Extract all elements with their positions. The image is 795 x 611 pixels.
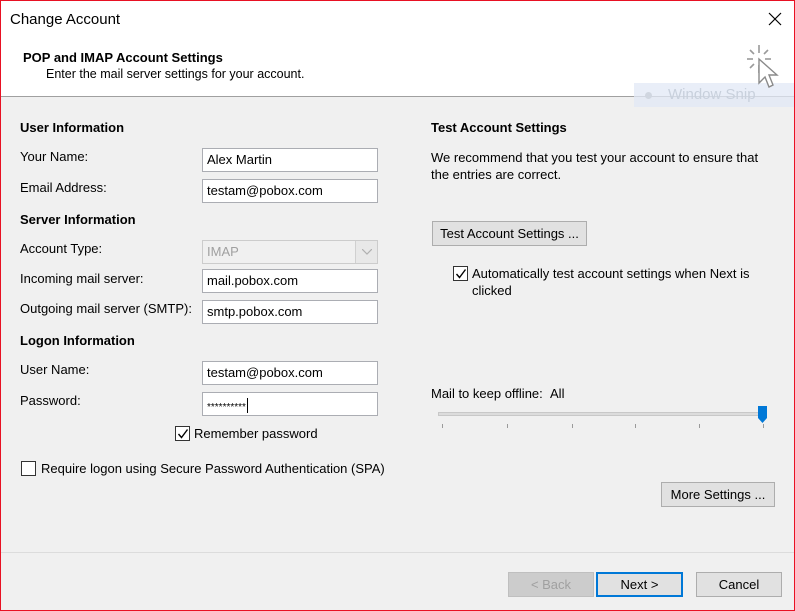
server-info-heading: Server Information [20,212,136,227]
spa-checkbox[interactable] [21,461,36,476]
password-mask: ********** [207,402,246,413]
slider-tick [442,424,443,428]
cancel-button[interactable]: Cancel [696,572,782,597]
slider-tick [507,424,508,428]
footer-divider [1,552,794,553]
account-type-select: IMAP [202,240,378,264]
spa-label: Require logon using Secure Password Auth… [41,461,385,476]
offline-label-text: Mail to keep offline: [431,386,543,401]
remember-password-label: Remember password [194,426,318,441]
title-bar: Change Account [1,1,794,39]
cursor-sparkle-icon [743,43,783,95]
text-caret [246,398,248,413]
outgoing-server-field[interactable]: smtp.pobox.com [202,300,378,324]
slider-tick [635,424,636,428]
page-title: POP and IMAP Account Settings [23,50,223,65]
email-address-label: Email Address: [20,180,107,195]
account-type-value: IMAP [207,244,239,259]
change-account-dialog: Change Account POP and IMAP Account Sett… [0,0,795,611]
your-name-field[interactable]: Alex Martin [202,148,378,172]
email-address-field[interactable]: testam@pobox.com [202,179,378,203]
offline-slider-track[interactable] [438,412,765,416]
close-icon[interactable] [766,10,784,28]
logon-info-heading: Logon Information [20,333,135,348]
dialog-header: POP and IMAP Account Settings Enter the … [1,39,794,107]
password-field[interactable]: ********** [202,392,378,416]
test-settings-description: We recommend that you test your account … [431,150,759,182]
offline-value: All [550,386,565,401]
offline-slider-thumb[interactable] [758,406,767,423]
slider-tick [763,424,764,428]
snip-dot-icon [645,92,652,99]
test-account-settings-button[interactable]: Test Account Settings ... [432,221,587,246]
account-type-label: Account Type: [20,241,103,256]
slider-tick [699,424,700,428]
user-name-field[interactable]: testam@pobox.com [202,361,378,385]
your-name-label: Your Name: [20,149,89,164]
more-settings-button[interactable]: More Settings ... [661,482,775,507]
outgoing-server-label: Outgoing mail server (SMTP): [20,301,192,316]
user-name-label: User Name: [20,362,90,377]
offline-label: Mail to keep offline: All [431,386,564,401]
page-subtitle: Enter the mail server settings for your … [46,67,305,81]
next-button[interactable]: Next > [596,572,683,597]
incoming-server-label: Incoming mail server: [20,271,144,286]
chevron-down-icon [355,241,377,263]
test-settings-heading: Test Account Settings [431,120,567,135]
incoming-server-field[interactable]: mail.pobox.com [202,269,378,293]
user-info-heading: User Information [20,120,125,135]
slider-tick [572,424,573,428]
auto-test-checkbox[interactable] [453,266,468,281]
auto-test-label: Automatically test account settings when… [472,266,750,298]
window-title: Change Account [10,11,121,28]
back-button[interactable]: < Back [508,572,594,597]
remember-password-checkbox[interactable] [175,426,190,441]
password-label: Password: [20,393,81,408]
